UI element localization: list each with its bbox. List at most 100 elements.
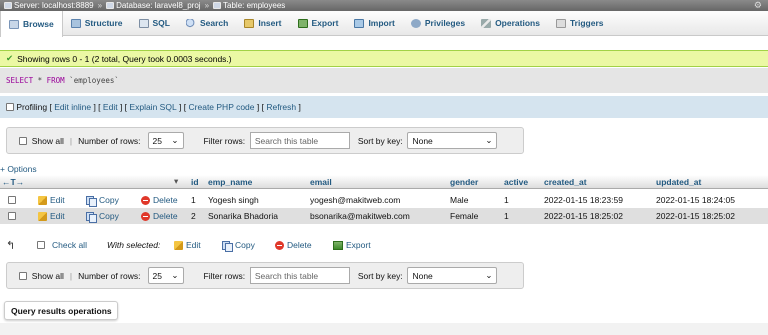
- sort-arrow-icon[interactable]: ▾: [174, 175, 178, 188]
- insert-icon: [244, 18, 255, 28]
- refresh-link[interactable]: Refresh: [266, 102, 296, 112]
- row-copy-button[interactable]: Copy: [86, 192, 119, 208]
- edit-label: Edit: [186, 240, 201, 250]
- with-selected-delete-button[interactable]: Delete: [275, 236, 312, 254]
- column-header-updated-at[interactable]: updated_at: [656, 175, 701, 188]
- cell-id[interactable]: 2: [191, 208, 196, 224]
- cell-created-at[interactable]: 2022-01-15 18:23:59: [544, 192, 623, 208]
- tab-privileges[interactable]: Privileges: [403, 11, 473, 35]
- delete-icon: [275, 240, 284, 250]
- with-selected-edit-button[interactable]: Edit: [174, 236, 201, 254]
- number-of-rows-select[interactable]: 25 ⌄: [147, 267, 184, 284]
- breadcrumb-separator: »: [97, 1, 103, 10]
- cell-emp-name[interactable]: Yogesh singh: [208, 192, 259, 208]
- tab-sql[interactable]: SQL: [131, 11, 178, 35]
- show-all-checkbox[interactable]: [19, 271, 27, 280]
- tab-label: Triggers: [569, 18, 604, 28]
- tab-browse[interactable]: Browse: [0, 11, 63, 37]
- column-header-id[interactable]: id: [191, 175, 199, 188]
- profiling-checkbox[interactable]: [6, 103, 14, 111]
- cell-email[interactable]: bsonarika@makitweb.com: [310, 208, 410, 224]
- query-results-operations-label: Query results operations: [11, 305, 112, 316]
- query-results-operations[interactable]: Query results operations: [4, 301, 118, 320]
- breadcrumb-database-label[interactable]: Database: laravel8_proj: [116, 1, 201, 10]
- sort-value: None: [412, 270, 433, 281]
- structure-icon: [70, 18, 81, 28]
- column-header-emp-name[interactable]: emp_name: [208, 175, 252, 188]
- row-edit-button[interactable]: Edit: [38, 192, 65, 208]
- check-all-label[interactable]: Check all: [52, 236, 87, 254]
- privileges-icon: [410, 18, 421, 28]
- options-link[interactable]: + Options: [0, 164, 37, 174]
- divider: |: [69, 270, 73, 281]
- with-selected-export-button[interactable]: Export: [333, 236, 371, 254]
- number-of-rows-select[interactable]: 25 ⌄: [147, 132, 184, 149]
- tab-label: Insert: [258, 18, 282, 28]
- row-checkbox[interactable]: [8, 192, 16, 208]
- with-selected-label: With selected:: [107, 240, 161, 250]
- column-resize-arrows-icon[interactable]: ←T→: [2, 175, 24, 188]
- tab-import[interactable]: Import: [346, 11, 402, 35]
- row-checkbox[interactable]: [8, 208, 16, 224]
- breadcrumb-server-label[interactable]: Server: localhost:8889: [14, 1, 94, 10]
- pencil-icon: [38, 211, 47, 221]
- table-header: ←T→ ▾ id emp_name email gender active cr…: [0, 175, 768, 189]
- gear-icon[interactable]: ⚙: [754, 0, 762, 11]
- delete-label: Delete: [287, 240, 312, 250]
- column-header-gender[interactable]: gender: [450, 175, 478, 188]
- sort-by-key-label: Sort by key:: [357, 270, 403, 281]
- cell-gender[interactable]: Female: [450, 208, 478, 224]
- tab-triggers[interactable]: Triggers: [548, 11, 612, 35]
- sort-by-key-select[interactable]: None ⌄: [407, 132, 498, 149]
- check-all-checkbox[interactable]: [37, 236, 45, 254]
- show-all-label: Show all: [31, 270, 64, 281]
- tab-structure[interactable]: Structure: [63, 11, 131, 35]
- with-selected-copy-button[interactable]: Copy: [222, 236, 255, 254]
- checkbox[interactable]: [37, 241, 45, 249]
- column-header-created-at[interactable]: created_at: [544, 175, 587, 188]
- breadcrumb-table-label[interactable]: Table: employees: [223, 1, 285, 10]
- checkbox[interactable]: [8, 212, 16, 220]
- arrow-up-icon: ↰: [6, 239, 16, 252]
- breadcrumb-table[interactable]: Table: employees: [213, 1, 285, 10]
- copy-icon: [86, 195, 97, 207]
- cell-email[interactable]: yogesh@makitweb.com: [310, 192, 400, 208]
- cell-updated-at[interactable]: 2022-01-15 18:24:05: [656, 192, 735, 208]
- tab-insert[interactable]: Insert: [236, 11, 289, 35]
- tab-label: Import: [368, 18, 395, 28]
- cell-active[interactable]: 1: [504, 208, 509, 224]
- number-of-rows-value: 25: [152, 270, 163, 281]
- breadcrumb-database[interactable]: Database: laravel8_proj: [106, 1, 201, 10]
- cell-id[interactable]: 1: [191, 192, 196, 208]
- row-delete-button[interactable]: Delete: [141, 208, 178, 224]
- column-header-email[interactable]: email: [310, 175, 332, 188]
- tab-operations[interactable]: Operations: [473, 11, 548, 35]
- cell-emp-name[interactable]: Sonarika Bhadoria: [208, 208, 278, 224]
- sort-by-key-select[interactable]: None ⌄: [407, 267, 498, 284]
- breadcrumb-server[interactable]: Server: localhost:8889: [4, 1, 94, 10]
- row-copy-button[interactable]: Copy: [86, 208, 119, 224]
- cell-created-at[interactable]: 2022-01-15 18:25:02: [544, 208, 623, 224]
- checkbox[interactable]: [8, 196, 16, 204]
- tab-label: Browse: [23, 19, 54, 29]
- filter-rows-input[interactable]: Search this table: [249, 267, 350, 284]
- tab-export[interactable]: Export: [290, 11, 347, 35]
- cell-updated-at[interactable]: 2022-01-15 18:25:02: [656, 208, 735, 224]
- sql-icon: [138, 18, 149, 28]
- tab-label: Operations: [495, 18, 540, 28]
- column-header-active[interactable]: active: [504, 175, 528, 188]
- cell-active[interactable]: 1: [504, 192, 509, 208]
- sql-query-box: SELECT * FROM `employees`: [0, 68, 768, 93]
- cell-gender[interactable]: Male: [450, 192, 468, 208]
- edit-inline-link[interactable]: Edit inline: [54, 102, 91, 112]
- explain-sql-link[interactable]: Explain SQL: [129, 102, 176, 112]
- edit-link[interactable]: Edit: [103, 102, 118, 112]
- filter-rows-input[interactable]: Search this table: [249, 132, 350, 149]
- create-php-code-link[interactable]: Create PHP code: [189, 102, 255, 112]
- export-label: Export: [346, 240, 371, 250]
- delete-icon: [141, 211, 150, 221]
- row-edit-button[interactable]: Edit: [38, 208, 65, 224]
- row-delete-button[interactable]: Delete: [141, 192, 178, 208]
- tab-search[interactable]: Search: [178, 11, 236, 35]
- show-all-checkbox[interactable]: [19, 136, 27, 145]
